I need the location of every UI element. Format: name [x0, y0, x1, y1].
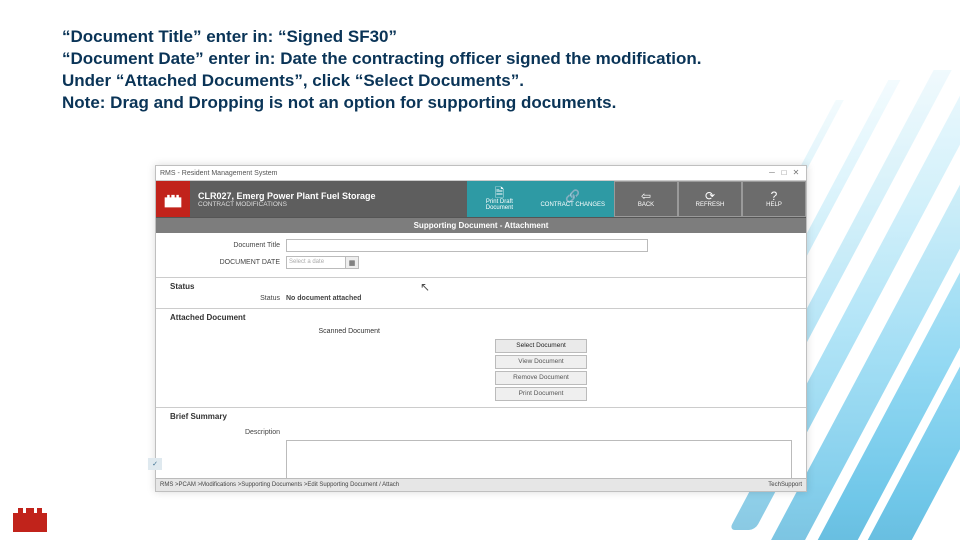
print-document-button[interactable]: Print Document [495, 387, 587, 401]
breadcrumb: RMS >PCAM >Modifications >Supporting Doc… [160, 482, 399, 488]
scanned-doc-label: Scanned Document [170, 328, 386, 339]
instruction-line-2: “Document Date” enter in: Date the contr… [62, 48, 782, 70]
form-panel: Document Title DOCUMENT DATE Select a da… [156, 233, 806, 278]
refresh-icon: ⟳ [705, 190, 715, 202]
status-value: No document attached [286, 295, 361, 302]
status-bar: RMS >PCAM >Modifications >Supporting Doc… [156, 478, 806, 491]
page-subheader: Supporting Document - Attachment [156, 217, 806, 233]
refresh-button[interactable]: ⟳ REFRESH [678, 181, 742, 217]
description-textarea[interactable] [286, 440, 792, 480]
spellcheck-icon[interactable]: ✓ [148, 458, 162, 470]
select-document-button[interactable]: Select Document [495, 339, 587, 353]
status-section: Status Status No document attached [156, 278, 806, 309]
instruction-text: “Document Title” enter in: “Signed SF30”… [62, 26, 782, 114]
remove-document-button[interactable]: Remove Document [495, 371, 587, 385]
back-arrow-icon: ⇦ [641, 190, 651, 202]
summary-section: Brief Summary [156, 408, 806, 425]
project-info: CLR027, Emerg Power Plant Fuel Storage C… [190, 181, 386, 217]
contract-changes-button[interactable]: 🔗 CONTRACT CHANGES [531, 181, 614, 217]
back-button[interactable]: ⇦ BACK [614, 181, 678, 217]
calendar-icon[interactable]: ▦ [346, 256, 359, 269]
usace-logo-corner [10, 500, 52, 534]
attached-section: Attached Document Scanned Document Selec… [156, 309, 806, 408]
view-document-button[interactable]: View Document [495, 355, 587, 369]
status-heading: Status [170, 280, 792, 293]
attached-heading: Attached Document [170, 311, 792, 324]
print-draft-button[interactable]: 🗎 Print Draft Document [467, 181, 531, 217]
description-label: Description [170, 429, 286, 436]
summary-heading: Brief Summary [170, 410, 792, 423]
statusbar-right: TechSupport [768, 482, 802, 488]
help-icon: ? [771, 190, 778, 202]
project-subtitle: CONTRACT MODIFICATIONS [198, 201, 378, 208]
instruction-line-3: Under “Attached Documents”, click “Selec… [62, 70, 782, 92]
doc-title-input[interactable] [286, 239, 648, 252]
minimize-button[interactable]: ─ [766, 166, 778, 180]
instruction-line-1: “Document Title” enter in: “Signed SF30” [62, 26, 782, 48]
project-title: CLR027, Emerg Power Plant Fuel Storage [198, 191, 378, 201]
window-title: RMS - Resident Management System [160, 170, 278, 177]
instruction-line-4: Note: Drag and Dropping is not an option… [62, 92, 782, 114]
usace-logo-header [156, 181, 190, 217]
link-icon: 🔗 [565, 190, 580, 202]
maximize-button[interactable]: □ [778, 166, 790, 180]
app-screenshot: RMS - Resident Management System ─ □ ✕ C… [155, 165, 807, 492]
close-button[interactable]: ✕ [790, 166, 802, 180]
doc-date-input[interactable]: Select a date [286, 256, 346, 269]
doc-date-label: DOCUMENT DATE [170, 259, 286, 266]
help-button[interactable]: ? HELP [742, 181, 806, 217]
window-titlebar: RMS - Resident Management System ─ □ ✕ [156, 166, 806, 181]
doc-title-label: Document Title [170, 242, 286, 249]
document-icon: 🗎 [495, 187, 505, 199]
status-label: Status [170, 295, 286, 302]
app-header: CLR027, Emerg Power Plant Fuel Storage C… [156, 181, 806, 217]
